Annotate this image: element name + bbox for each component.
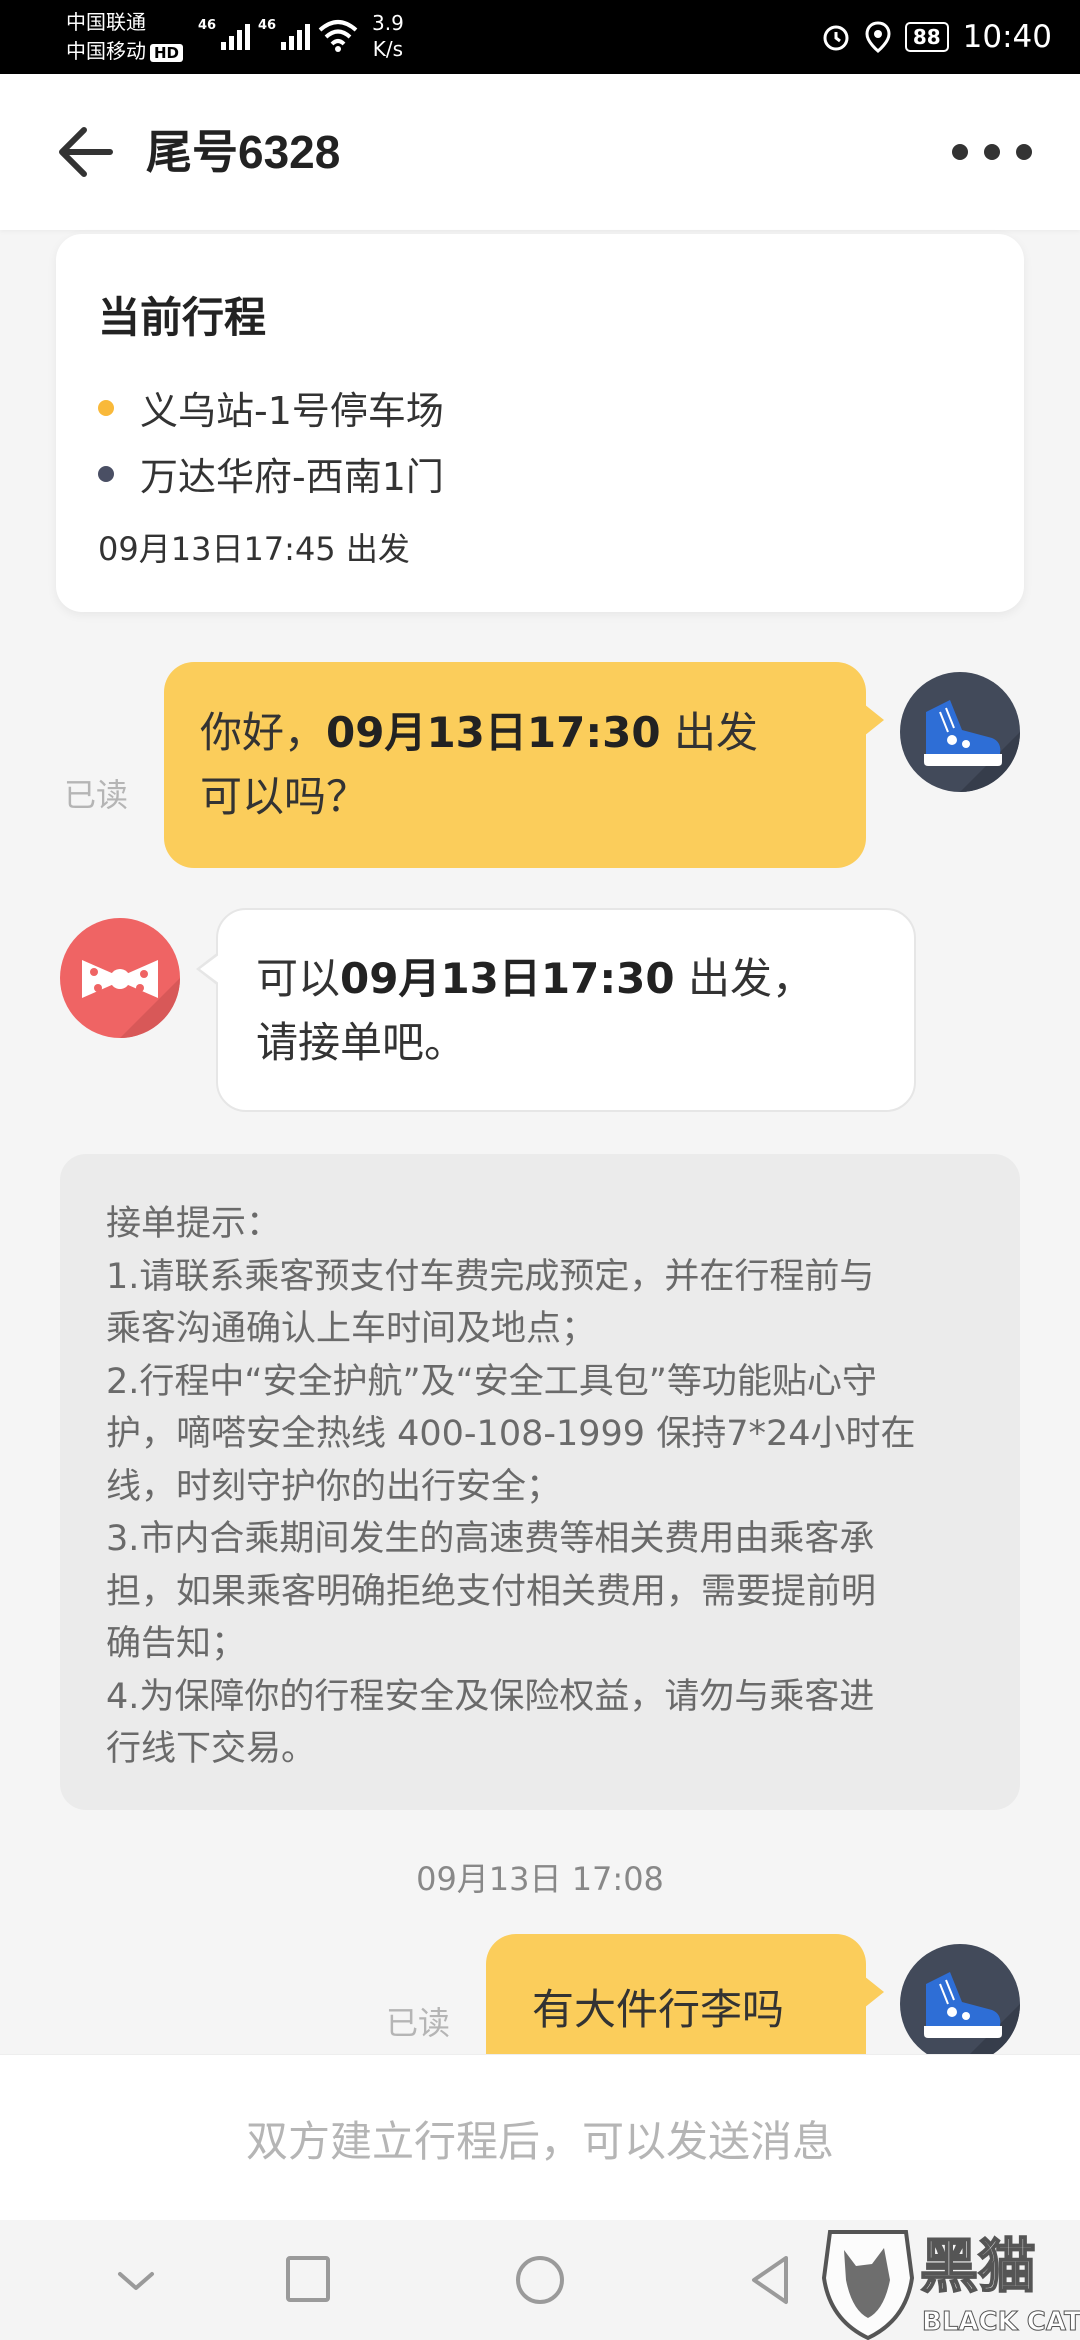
message-input-bar: 双方建立行程后，可以发送消息 — [0, 2054, 1080, 2220]
bow-tie-icon — [82, 960, 180, 1038]
message-bubble-outgoing[interactable]: 你好，09月13日17:30 出发 可以吗？ — [164, 662, 884, 868]
hide-keyboard-icon[interactable] — [106, 2250, 166, 2310]
svg-text:BLACK CAT: BLACK CAT — [922, 2307, 1080, 2337]
start-dot-icon — [98, 399, 114, 416]
tips-line: 2.行程中“安全护航”及“安全工具包”等功能贴心守 — [106, 1361, 877, 1402]
tips-line: 护，嘀嗒安全热线 400-108-1999 保持7*24小时在 — [106, 1414, 916, 1454]
network-speed: 3.9 K/s — [372, 11, 404, 61]
driver-avatar[interactable] — [900, 1944, 1020, 2064]
trip-start: 义乌站-1号停车场 — [98, 380, 444, 435]
back-nav-icon[interactable] — [742, 2250, 802, 2310]
trip-end: 万达华府-西南1门 — [98, 446, 444, 501]
signal-icon: 46 — [258, 18, 311, 50]
passenger-avatar[interactable] — [60, 918, 180, 1038]
page-title: 尾号6328 — [146, 126, 341, 178]
input-disabled-hint: 双方建立行程后，可以发送消息 — [245, 2116, 834, 2166]
tips-line: 行线下交易。 — [106, 1729, 317, 1769]
alarm-icon — [823, 25, 849, 51]
back-arrow-icon[interactable] — [56, 124, 116, 180]
end-dot-icon — [98, 465, 114, 482]
blackcat-watermark-logo: 黑猫 BLACK CAT — [821, 2230, 1080, 2340]
order-tips-panel: 接单提示： 1.请联系乘客预支付车费完成预定，并在行程前与 乘客沟通确认上车时间… — [60, 1154, 1020, 1810]
tips-line: 乘客沟通确认上车时间及地点； — [106, 1309, 597, 1349]
tips-line: 4.为保障你的行程安全及保险权益，请勿与乘客进 — [106, 1676, 875, 1717]
tips-line: 担，如果乘客明确拒绝支付相关费用，需要提前明 — [106, 1571, 877, 1612]
status-bar: 中国联通 中国移动 HD 46 46 3.9 K/s 88 10:40 — [0, 0, 1080, 74]
read-status: 已读 — [386, 2004, 451, 2042]
home-icon[interactable] — [510, 2250, 570, 2310]
svg-text:黑猫: 黑猫 — [920, 2232, 1036, 2300]
carrier-1: 中国联通 — [66, 10, 146, 34]
driver-avatar[interactable] — [900, 672, 1020, 792]
trip-title: 当前行程 — [98, 293, 267, 342]
tips-line: 1.请联系乘客预支付车费完成预定，并在行程前与 — [106, 1256, 875, 1297]
message-timestamp: 09月13日 17:08 — [416, 1860, 664, 1898]
carrier-info: 中国联通 中国移动 HD — [66, 8, 184, 66]
hd-badge: HD — [150, 43, 184, 62]
recent-apps-icon[interactable] — [278, 2250, 338, 2310]
trip-card[interactable]: 当前行程 义乌站-1号停车场 万达华府-西南1门 09月13日17:45 出发 — [56, 234, 1024, 612]
read-status: 已读 — [64, 776, 129, 814]
sneaker-icon — [924, 700, 1020, 792]
clock: 10:40 — [962, 19, 1052, 55]
trip-depart-time: 09月13日17:45 出发 — [98, 530, 410, 568]
battery-icon: 88 — [904, 22, 949, 52]
tips-line: 3.市内合乘期间发生的高速费等相关费用由乘客承 — [106, 1519, 875, 1559]
tips-line: 线，时刻守护你的出行安全； — [106, 1466, 562, 1507]
wifi-icon — [318, 20, 358, 52]
carrier-2: 中国移动 — [66, 39, 146, 63]
sneaker-icon — [924, 1972, 1020, 2064]
location-icon — [865, 21, 891, 53]
tips-heading: 接单提示： — [106, 1204, 282, 1244]
trip-start-label: 义乌站-1号停车场 — [140, 389, 444, 433]
tips-line: 确告知； — [106, 1624, 247, 1664]
message-bubble-incoming[interactable]: 可以09月13日17:30 出发， 请接单吧。 — [196, 908, 916, 1112]
more-options-icon[interactable] — [952, 134, 1032, 170]
signal-icon: 46 — [198, 18, 251, 50]
trip-end-label: 万达华府-西南1门 — [140, 455, 444, 499]
header: 尾号6328 — [0, 74, 1080, 230]
